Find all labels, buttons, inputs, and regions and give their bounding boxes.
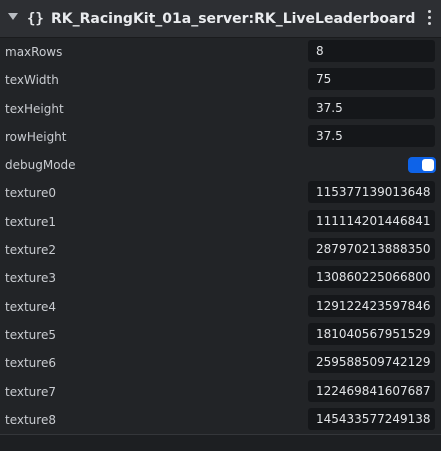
property-label: texture3: [5, 271, 56, 286]
property-row-texture1: texture1 111114201446841: [0, 208, 441, 236]
property-value-field[interactable]: 115377139013648: [308, 181, 435, 204]
property-row-texture6: texture6 259588509742129: [0, 349, 441, 377]
property-label: maxRows: [5, 45, 63, 59]
more-options-icon[interactable]: [426, 10, 432, 28]
property-row-debugmode: debugMode: [0, 151, 441, 179]
property-label: texWidth: [5, 73, 59, 88]
property-row-texture2: texture2 287970213888350: [0, 236, 441, 264]
property-row-texture4: texture4 129122423597846: [0, 293, 441, 321]
property-label: debugMode: [5, 158, 76, 173]
property-row-rowheight: rowHeight 37.5: [0, 123, 441, 151]
property-value-field[interactable]: 75: [308, 68, 435, 91]
property-value-field[interactable]: 111114201446841: [308, 209, 435, 232]
property-row-texwidth: texWidth 75: [0, 66, 441, 94]
property-label: texture7: [5, 384, 56, 399]
script-icon: {}: [27, 11, 44, 27]
property-value-field[interactable]: 122469841607687: [308, 379, 435, 402]
component-title: RK_RacingKit_01a_server:RK_LiveLeaderboa…: [51, 11, 416, 27]
property-value-field[interactable]: 130860225066800: [308, 266, 435, 289]
property-value-field[interactable]: 287970213888350: [308, 238, 435, 261]
debugmode-toggle[interactable]: [408, 157, 436, 174]
property-row-texheight: texHeight 37.5: [0, 95, 441, 123]
property-row-maxrows: maxRows 8: [0, 38, 441, 66]
property-label: texture5: [5, 327, 56, 342]
property-value-field[interactable]: 145433577249138: [308, 407, 435, 430]
property-value-field[interactable]: 129122423597846: [308, 294, 435, 317]
property-value-field[interactable]: 37.5: [308, 96, 435, 119]
property-label: rowHeight: [5, 129, 67, 144]
property-row-texture3: texture3 130860225066800: [0, 264, 441, 292]
property-row-texture5: texture5 181040567951529: [0, 321, 441, 349]
property-value-field[interactable]: 8: [308, 40, 435, 62]
property-list: maxRows 8 texWidth 75 texHeight 37.5 row…: [0, 38, 441, 434]
property-label: texture1: [5, 214, 56, 229]
property-value-field[interactable]: 181040567951529: [308, 322, 435, 345]
collapse-arrow-icon[interactable]: [8, 13, 18, 20]
property-label: texture2: [5, 243, 56, 258]
property-value-field[interactable]: 259588509742129: [308, 351, 435, 374]
property-label: texture0: [5, 186, 56, 201]
toggle-knob: [422, 159, 434, 172]
property-label: texture8: [5, 412, 56, 427]
property-label: texture6: [5, 356, 56, 371]
property-label: texHeight: [5, 101, 64, 116]
property-row-texture7: texture7 122469841607687: [0, 378, 441, 406]
property-row-texture8: texture8 145433577249138: [0, 406, 441, 434]
component-header[interactable]: {} RK_RacingKit_01a_server:RK_LiveLeader…: [0, 0, 441, 38]
property-label: texture4: [5, 299, 56, 314]
properties-panel: {} RK_RacingKit_01a_server:RK_LiveLeader…: [0, 0, 441, 451]
property-value-field[interactable]: 37.5: [308, 124, 435, 147]
property-row-texture0: texture0 115377139013648: [0, 179, 441, 207]
panel-footer: [0, 434, 441, 451]
